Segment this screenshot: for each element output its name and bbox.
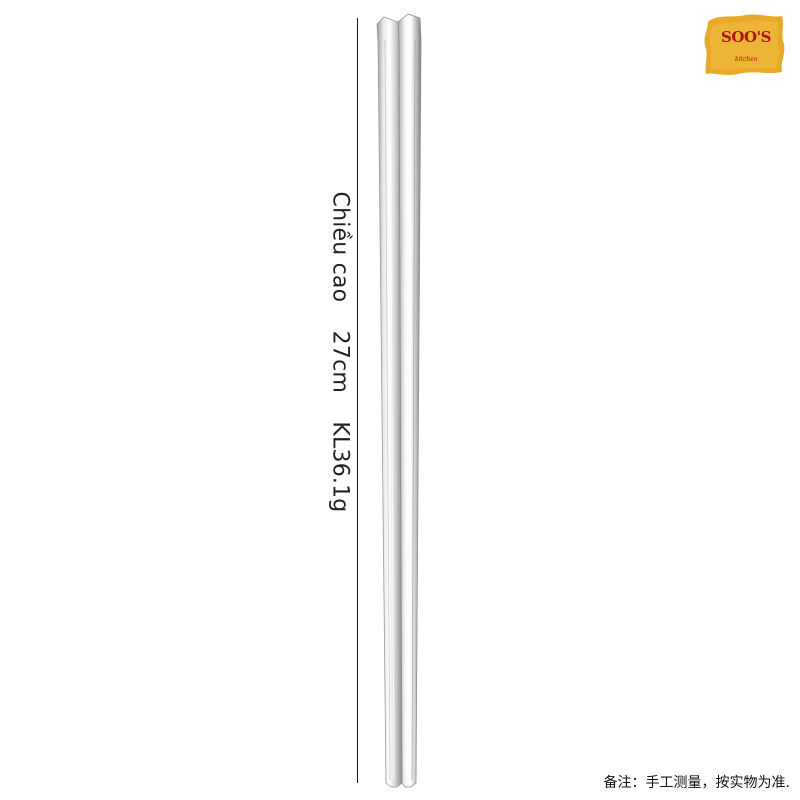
chopstick-right bbox=[397, 13, 422, 788]
product-image: Chiều cao 27cm KL36.1g SOO'S kitchen 备注：… bbox=[0, 0, 800, 800]
measurement-note: 备注：手工测量，按实物为准. bbox=[603, 775, 790, 791]
brand-sub: kitchen bbox=[735, 56, 758, 63]
brand-name: SOO'S bbox=[721, 28, 771, 46]
chopsticks-illustration bbox=[376, 13, 422, 788]
chopstick-left bbox=[376, 16, 403, 788]
